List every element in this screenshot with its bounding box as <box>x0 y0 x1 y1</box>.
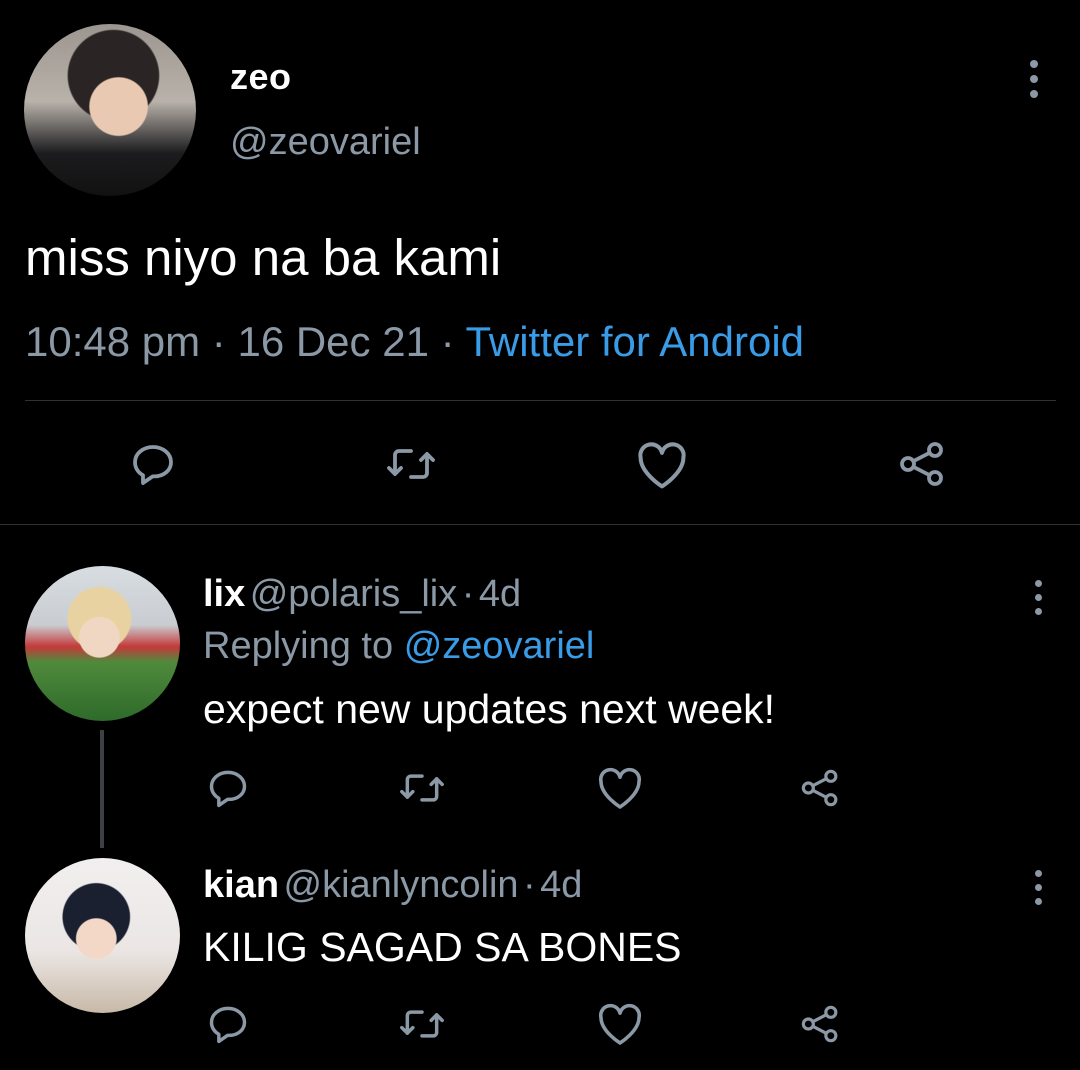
reply-author-handle[interactable]: @polaris_lix <box>250 573 458 615</box>
tweet-date: 16 Dec 21 <box>237 318 429 365</box>
reply-text: KILIG SAGAD SA BONES <box>203 924 682 970</box>
replying-label: Replying to <box>203 625 394 667</box>
meta-separator: · <box>440 318 455 365</box>
reply-author-handle[interactable]: @kianlyncolin <box>284 864 519 906</box>
reply-text: expect new updates next week! <box>203 686 776 732</box>
reply-age: 4d <box>478 573 522 615</box>
retweet-icon[interactable] <box>397 766 447 810</box>
more-vertical-icon[interactable] <box>1033 580 1043 615</box>
tweet-meta: 10:48 pm · 16 Dec 21 · Twitter for Andro… <box>25 318 804 366</box>
replying-mention-link[interactable]: @zeovariel <box>404 625 595 667</box>
meta-separator: · <box>461 573 475 615</box>
author-handle[interactable]: @zeovariel <box>230 121 421 164</box>
heart-icon[interactable] <box>596 766 644 810</box>
share-icon[interactable] <box>898 440 946 488</box>
tweet-text: miss niyo na ba kami <box>25 229 502 286</box>
more-vertical-icon[interactable] <box>1029 60 1039 98</box>
meta-separator: · <box>522 864 536 906</box>
retweet-icon[interactable] <box>397 1002 447 1046</box>
reply-avatar[interactable] <box>25 566 180 721</box>
reply-author-name[interactable]: lix <box>203 573 245 615</box>
reply-author-name[interactable]: kian <box>203 864 279 906</box>
reply-header: lix @polaris_lix · 4d <box>203 573 521 616</box>
reply-avatar[interactable] <box>25 858 180 1013</box>
author-avatar[interactable] <box>24 24 196 196</box>
reply-icon[interactable] <box>128 440 178 488</box>
divider <box>0 524 1080 525</box>
divider <box>25 400 1056 401</box>
author-name[interactable]: zeo <box>230 56 292 98</box>
reply-header: kian @kianlyncolin · 4d <box>203 864 582 907</box>
reply-age: 4d <box>540 864 583 906</box>
meta-separator: · <box>211 318 226 365</box>
thread-line <box>100 730 104 848</box>
tweet-source-link[interactable]: Twitter for Android <box>466 318 804 365</box>
replying-to: Replying to @zeovariel <box>203 625 594 668</box>
heart-icon[interactable] <box>596 1002 644 1046</box>
heart-icon[interactable] <box>635 440 689 490</box>
share-icon[interactable] <box>800 1004 840 1044</box>
more-vertical-icon[interactable] <box>1033 870 1043 905</box>
reply-icon[interactable] <box>205 1002 251 1046</box>
retweet-icon[interactable] <box>384 440 438 488</box>
reply-icon[interactable] <box>205 766 251 810</box>
tweet-time: 10:48 pm <box>25 318 201 365</box>
share-icon[interactable] <box>800 768 840 808</box>
